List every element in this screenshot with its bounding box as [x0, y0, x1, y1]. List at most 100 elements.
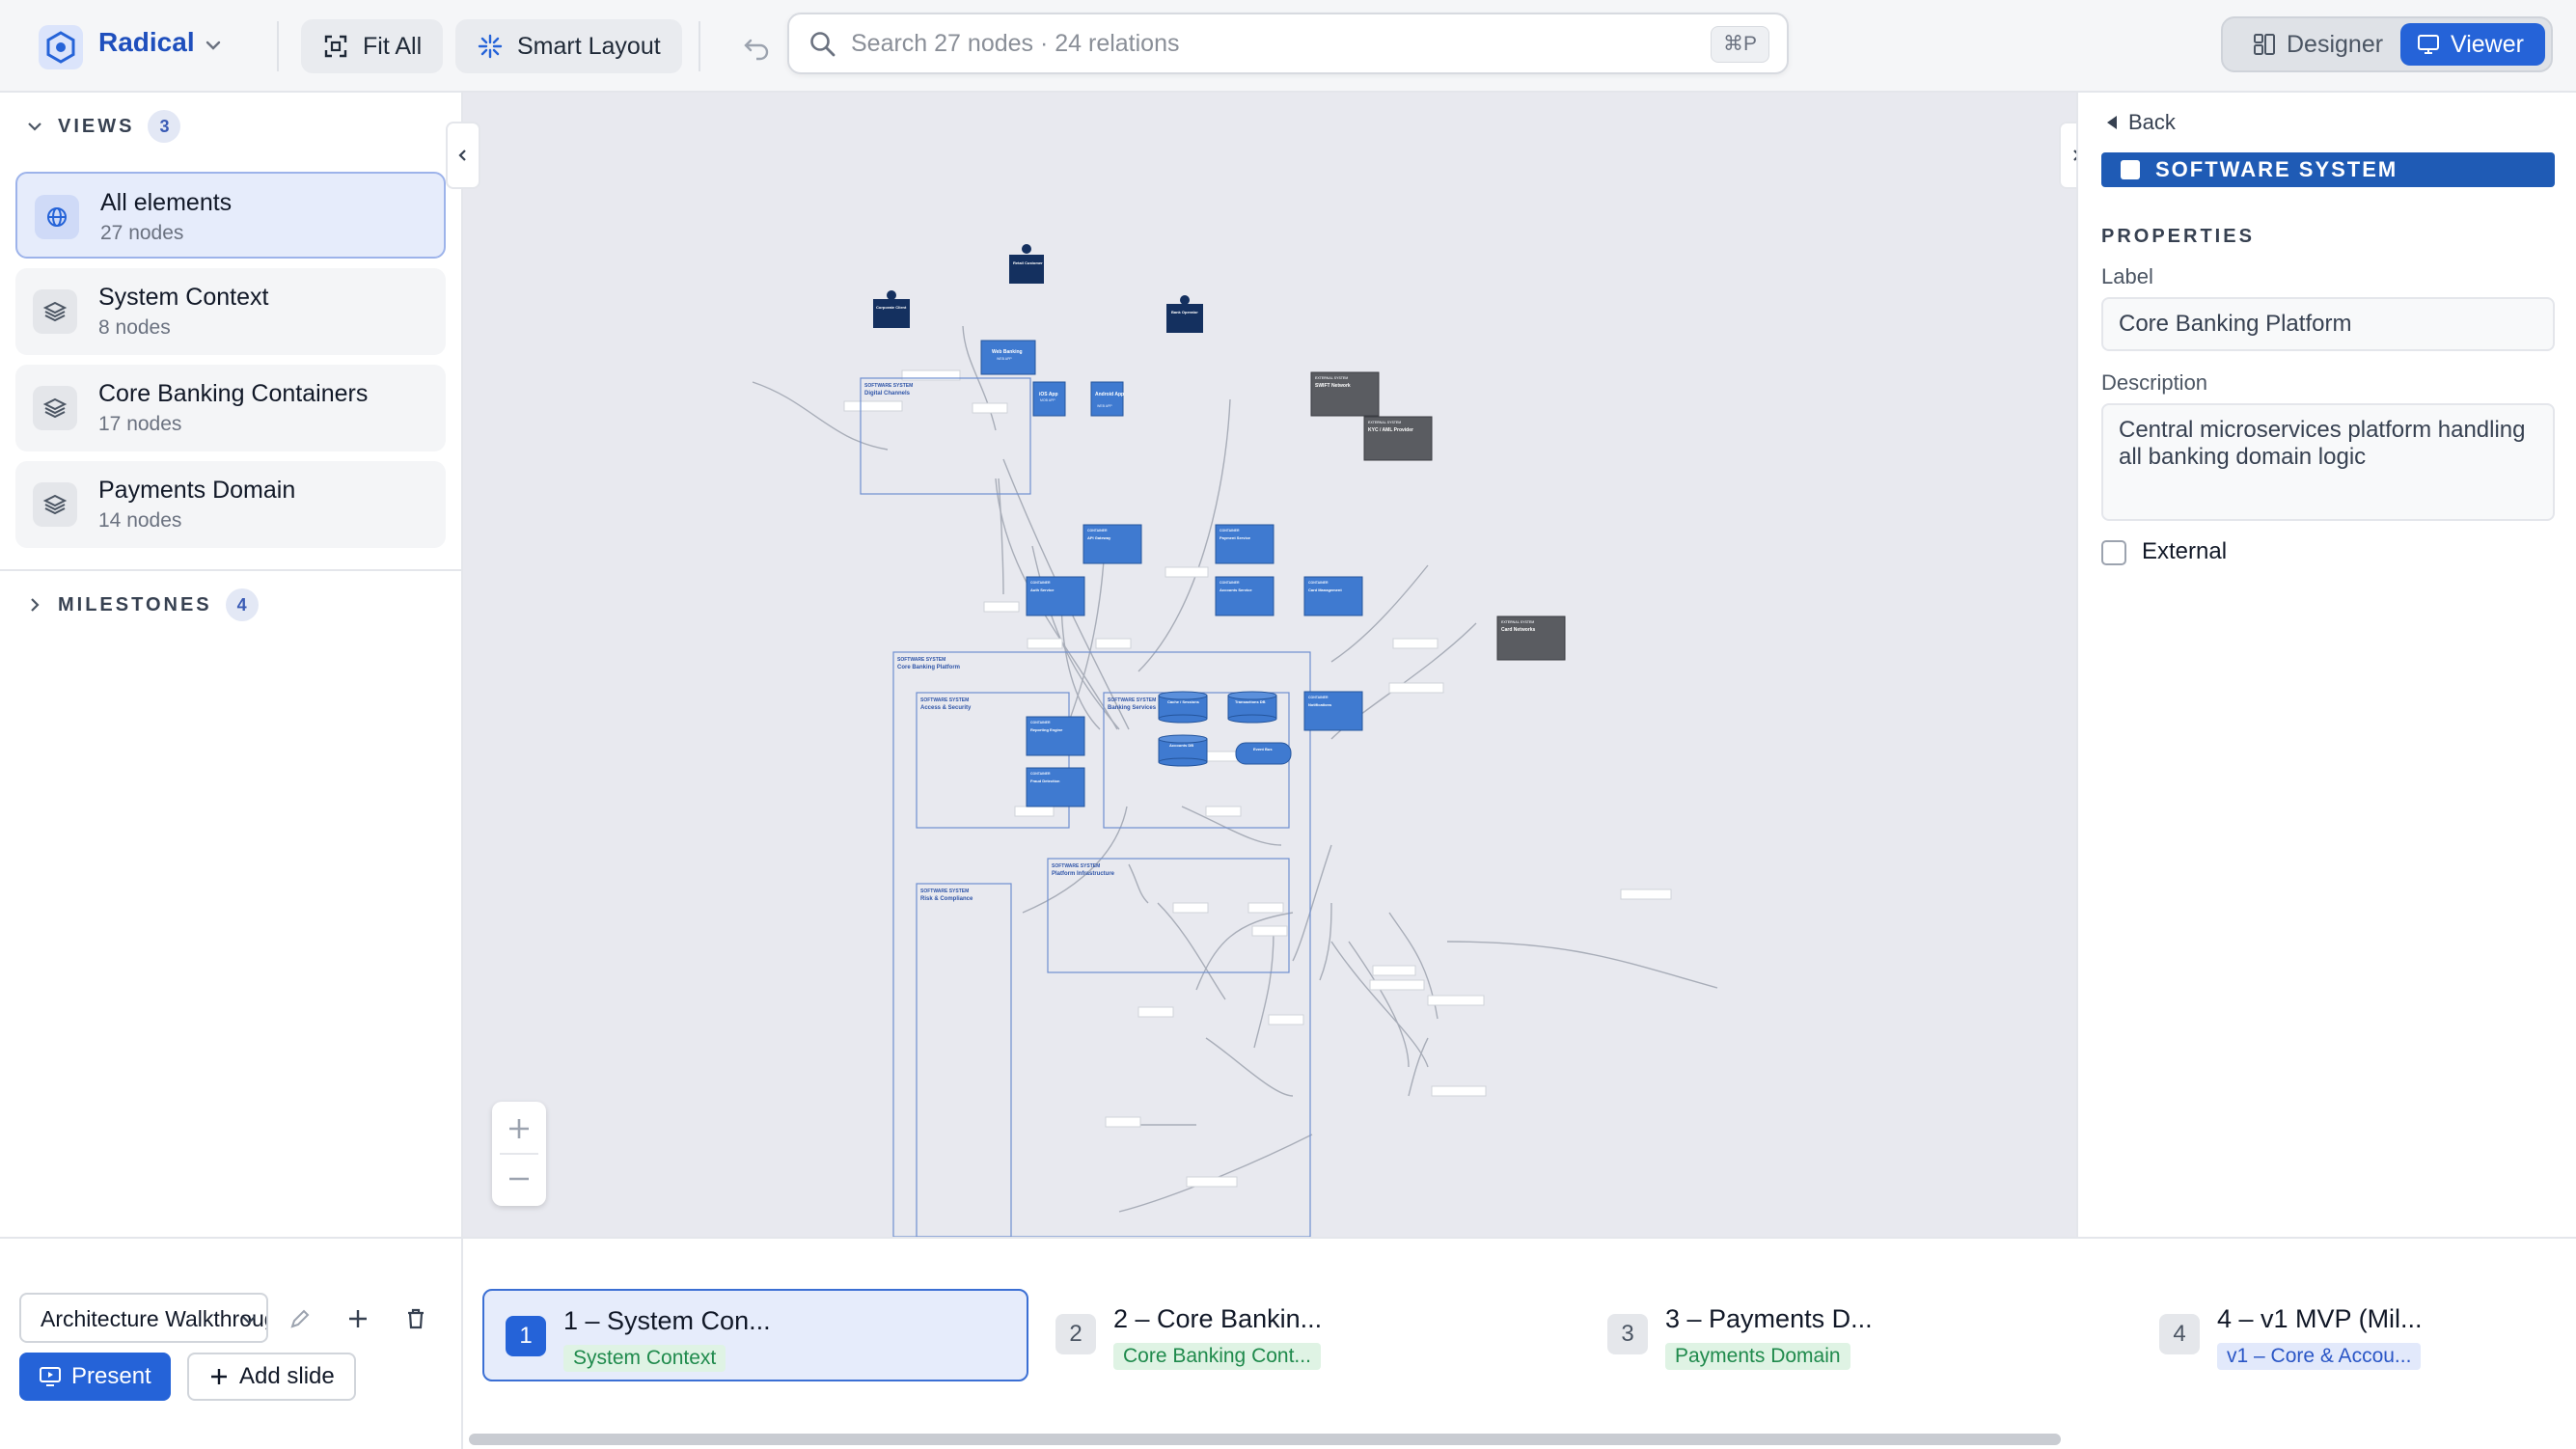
boundary-risk-compliance[interactable]: SOFTWARE SYSTEM Risk & Compliance: [916, 883, 1012, 1237]
svg-text:KYC / AML Provider: KYC / AML Provider: [1368, 427, 1413, 433]
zoom-controls: [492, 1102, 546, 1206]
database-accounts-db[interactable]: Accounts DB: [1158, 734, 1208, 767]
chevron-down-icon[interactable]: [203, 35, 224, 56]
container-fraud-detection[interactable]: CONTAINER Fraud Detection: [1026, 767, 1085, 807]
zoom-in-icon[interactable]: [506, 1115, 533, 1142]
viewer-mode-button[interactable]: Viewer: [2400, 23, 2545, 66]
collapse-left-panel-button[interactable]: [446, 122, 480, 189]
svg-text:SOFTWARE SYSTEM: SOFTWARE SYSTEM: [897, 657, 945, 663]
fit-frame-icon: [324, 35, 347, 58]
fit-all-button[interactable]: Fit All: [301, 19, 444, 73]
container-web-banking[interactable]: Web Banking WEB APP: [980, 340, 1036, 375]
external-kyc-aml-provider[interactable]: EXTERNAL SYSTEM KYC / AML Provider: [1363, 416, 1433, 461]
layers-icon: [33, 289, 77, 334]
container-api-gateway[interactable]: CONTAINER API Gateway: [1082, 524, 1142, 564]
slide-view-tag: Core Banking Cont...: [1113, 1343, 1321, 1370]
container-accounts-service[interactable]: CONTAINER Accounts Service: [1215, 576, 1274, 616]
svg-text:SOFTWARE SYSTEM: SOFTWARE SYSTEM: [1052, 863, 1100, 869]
description-textarea[interactable]: Central microservices platform handling …: [2101, 403, 2555, 521]
view-title: All elements: [100, 189, 233, 216]
triangle-left-icon: [2107, 116, 2117, 129]
svg-text:Corporate Client: Corporate Client: [876, 305, 907, 310]
top-toolbar: Radical Fit All Smart Layout Search 27 n…: [0, 0, 2576, 93]
chevron-right-icon: [31, 598, 40, 612]
database-cache-sessions[interactable]: Cache / Sessions: [1158, 691, 1208, 724]
relationship-labels: [843, 369, 1672, 1188]
queue-event-bus[interactable]: Event Bus: [1235, 742, 1292, 765]
svg-text:CONTAINER: CONTAINER: [1087, 529, 1108, 533]
hexagon-logo-icon[interactable]: [39, 25, 83, 69]
svg-text:CONTAINER: CONTAINER: [1308, 581, 1329, 585]
external-label: External: [2142, 538, 2228, 564]
diagram-canvas[interactable]: SOFTWARE SYSTEM Digital Channels SOFTWAR…: [463, 93, 2076, 1237]
slide-title: 1 – System Con...: [563, 1306, 771, 1335]
svg-text:iOS App: iOS App: [1039, 392, 1058, 397]
globe-icon: [35, 195, 79, 239]
container-auth-service[interactable]: CONTAINER Auth Service: [1026, 576, 1085, 616]
back-button[interactable]: Back: [2105, 110, 2176, 135]
search-placeholder: Search 27 nodes · 24 relations: [851, 30, 1180, 57]
add-slide-button[interactable]: Add slide: [187, 1353, 356, 1401]
view-item-all-elements[interactable]: All elements 27 nodes: [15, 172, 446, 259]
present-label: Present: [71, 1363, 151, 1389]
external-swift-network[interactable]: EXTERNAL SYSTEM SWIFT Network: [1310, 371, 1380, 417]
external-card-networks[interactable]: EXTERNAL SYSTEM Card Networks: [1496, 615, 1566, 661]
views-section-header[interactable]: VIEWS 3: [25, 110, 181, 143]
person-retail-customer[interactable]: Retail Customer: [1009, 244, 1044, 284]
svg-text:Payment Service: Payment Service: [1219, 535, 1251, 540]
database-transactions-db[interactable]: Transactions DB: [1227, 691, 1277, 724]
search-bar[interactable]: Search 27 nodes · 24 relations ⌘P: [787, 13, 1789, 74]
slide-number: 1: [506, 1316, 546, 1356]
smart-layout-button[interactable]: Smart Layout: [455, 19, 682, 73]
views-sidebar: VIEWS 3 All elements 27 nodes System Con…: [0, 93, 463, 1237]
zoom-out-icon[interactable]: [506, 1165, 533, 1192]
svg-text:Banking Services: Banking Services: [1108, 705, 1157, 711]
slide-card-3[interactable]: 3 3 – Payments D... Payments Domain: [1586, 1289, 2132, 1381]
workspace-name[interactable]: Radical: [98, 27, 195, 58]
milestones-section-header[interactable]: MILESTONES 4: [25, 588, 259, 621]
svg-text:Digital Channels: Digital Channels: [864, 391, 911, 396]
boundary-core-banking-platform[interactable]: SOFTWARE SYSTEM Core Banking Platform: [892, 651, 1311, 1237]
view-item-core-banking-containers[interactable]: Core Banking Containers 17 nodes: [15, 365, 446, 451]
svg-text:Fraud Detection: Fraud Detection: [1030, 779, 1060, 783]
external-checkbox[interactable]: [2101, 540, 2126, 565]
slide-view-tag: System Context: [563, 1345, 726, 1372]
undo-icon[interactable]: [741, 31, 772, 62]
slide-card-2[interactable]: 2 2 – Core Bankin... Core Banking Cont..…: [1034, 1289, 1580, 1381]
container-ios-app[interactable]: iOS App MOB APP: [1032, 381, 1066, 417]
boundary-digital-channels[interactable]: SOFTWARE SYSTEM Digital Channels: [860, 377, 1031, 495]
view-title: System Context: [98, 284, 269, 311]
container-notifications[interactable]: CONTAINER Notifications: [1303, 691, 1363, 731]
slide-number: 4: [2159, 1314, 2200, 1354]
pencil-icon[interactable]: [288, 1306, 313, 1331]
label-input[interactable]: Core Banking Platform: [2101, 297, 2555, 351]
trash-icon[interactable]: [403, 1306, 428, 1331]
mode-switch: Designer Viewer: [2221, 16, 2553, 72]
presentation-controls: Architecture Walkthrough Present Add sli…: [0, 1239, 463, 1449]
designer-mode-button[interactable]: Designer: [2236, 23, 2398, 66]
svg-text:Cache / Sessions: Cache / Sessions: [1167, 699, 1200, 704]
architecture-diagram[interactable]: SOFTWARE SYSTEM Digital Channels SOFTWAR…: [463, 93, 2076, 1237]
person-corporate-client[interactable]: Corporate Client: [873, 290, 910, 328]
smart-layout-label: Smart Layout: [517, 32, 661, 60]
slide-card-4[interactable]: 4 4 – v1 MVP (Mil... v1 – Core & Accou..…: [2138, 1289, 2562, 1381]
container-payment-service[interactable]: CONTAINER Payment Service: [1215, 524, 1274, 564]
person-bank-operator[interactable]: Bank Operator: [1166, 295, 1203, 333]
view-title: Payments Domain: [98, 477, 296, 504]
slide-card-1[interactable]: 1 1 – System Con... System Context: [482, 1289, 1028, 1381]
slide-view-tag: Payments Domain: [1665, 1343, 1850, 1370]
plus-icon[interactable]: [345, 1306, 370, 1331]
description-field-label: Description: [2101, 370, 2208, 395]
svg-text:Risk & Compliance: Risk & Compliance: [920, 896, 973, 902]
presentation-select[interactable]: Architecture Walkthrough: [19, 1293, 268, 1343]
container-card-management[interactable]: CONTAINER Card Management: [1303, 576, 1363, 616]
monitor-play-icon: [40, 1367, 61, 1386]
horizontal-scrollbar[interactable]: [469, 1434, 2061, 1445]
svg-text:SOFTWARE SYSTEM: SOFTWARE SYSTEM: [920, 697, 969, 703]
container-reporting-engine[interactable]: CONTAINER Reporting Engine: [1026, 716, 1085, 756]
view-item-system-context[interactable]: System Context 8 nodes: [15, 268, 446, 355]
view-item-payments-domain[interactable]: Payments Domain 14 nodes: [15, 461, 446, 548]
container-android-app[interactable]: Android App WEB APP: [1090, 381, 1124, 417]
present-button[interactable]: Present: [19, 1353, 171, 1401]
plus-icon: [211, 1369, 227, 1384]
